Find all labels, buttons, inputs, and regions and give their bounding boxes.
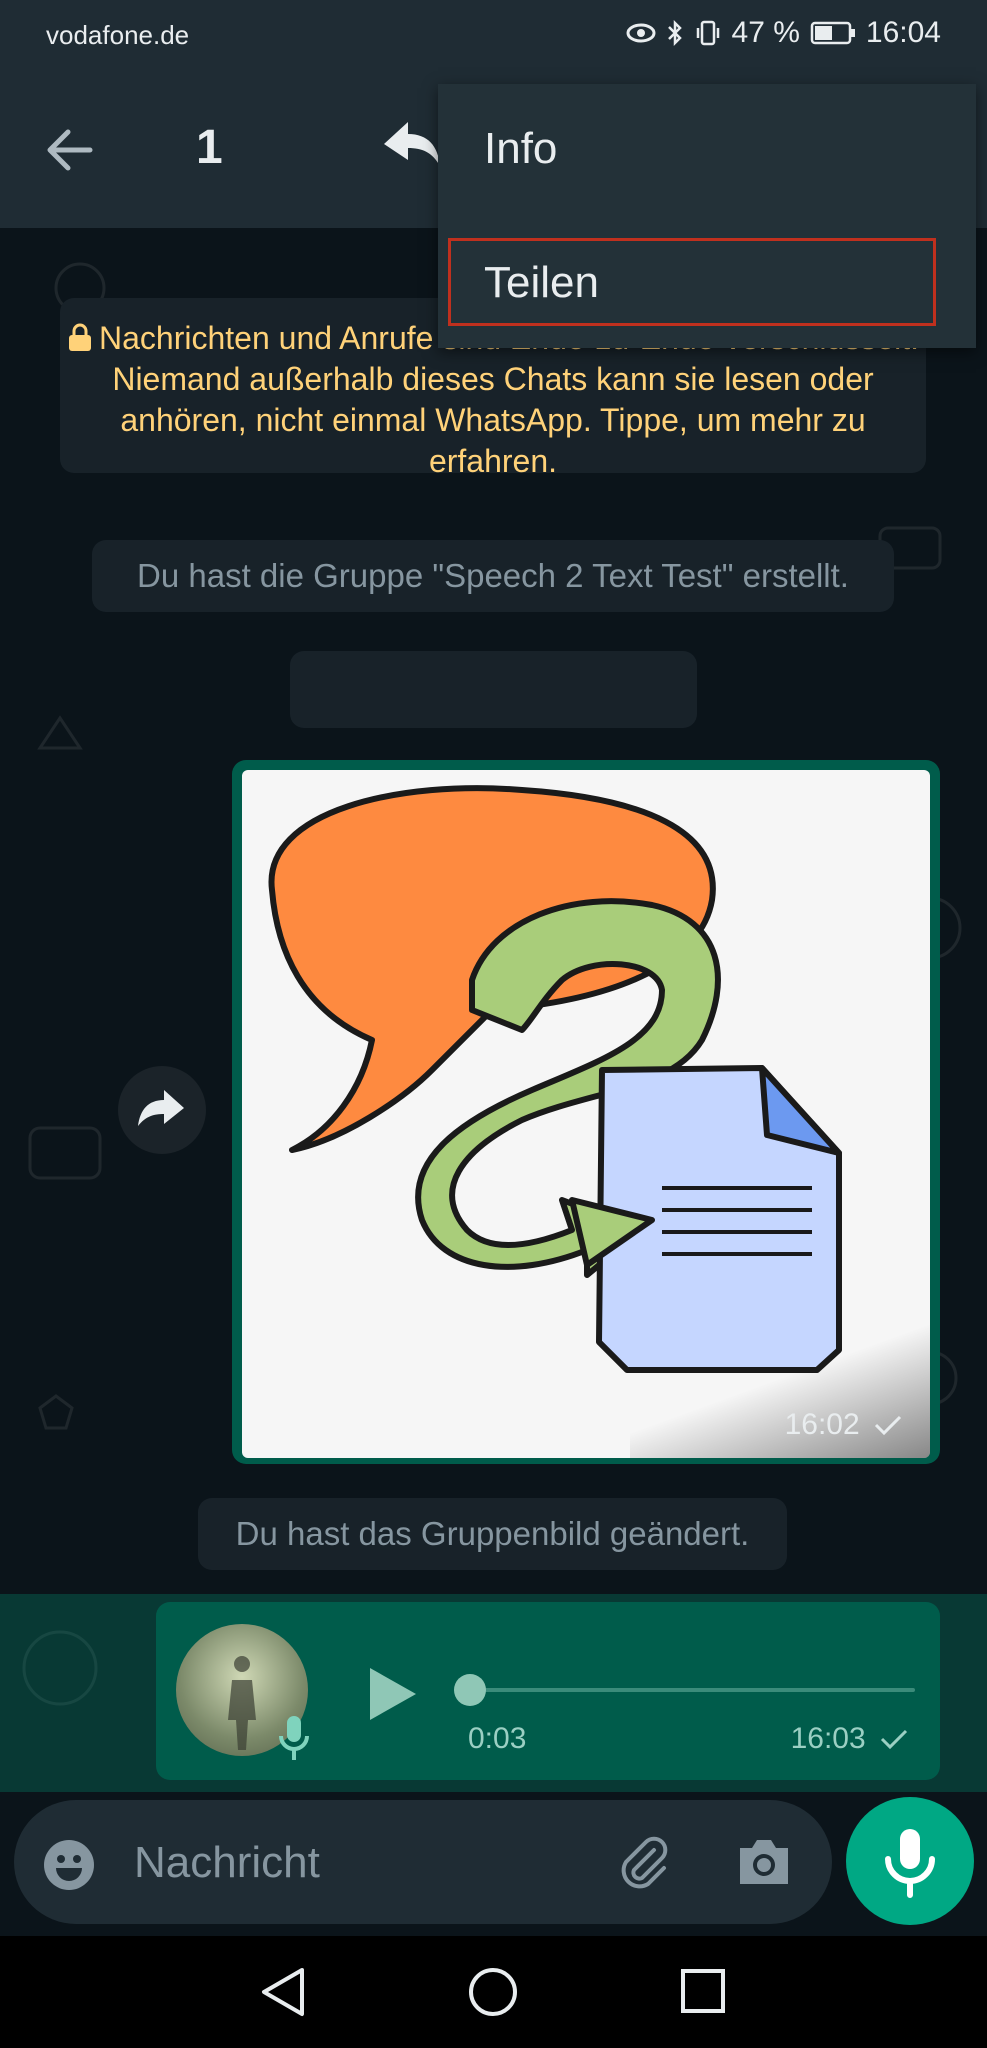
reply-button[interactable] — [380, 116, 444, 172]
arrow-back-icon — [47, 129, 93, 171]
audio-progress-handle[interactable] — [454, 1674, 486, 1706]
selected-count: 1 — [196, 121, 223, 174]
image-message-meta: 16:02 — [785, 1408, 904, 1442]
check-icon — [874, 1415, 902, 1436]
audio-progress-track[interactable] — [471, 1688, 915, 1692]
forward-icon — [138, 1090, 184, 1126]
battery-percent: 47 % — [731, 16, 800, 49]
battery-icon — [810, 21, 855, 45]
message-input[interactable] — [132, 1828, 596, 1898]
group-created-notice: Du hast die Gruppe "Speech 2 Text Test" … — [92, 540, 894, 612]
reply-icon — [384, 122, 440, 166]
image-message[interactable]: 16:02 — [232, 760, 940, 1464]
mic-icon — [885, 1829, 935, 1898]
group-picture-changed-notice: Du hast das Gruppenbild geändert. — [198, 1498, 787, 1570]
share-highlight-outline — [448, 238, 936, 326]
voice-record-button[interactable] — [846, 1797, 974, 1925]
nav-back-icon[interactable] — [258, 1966, 308, 2018]
camera-button[interactable] — [734, 1834, 794, 1890]
play-icon — [370, 1668, 416, 1720]
voice-message-time: 16:03 — [790, 1722, 866, 1755]
eye-icon — [626, 23, 656, 43]
image-message-time: 16:02 — [784, 1408, 860, 1441]
system-message-placeholder — [290, 651, 697, 728]
forward-button[interactable] — [118, 1066, 206, 1154]
mic-icon — [276, 1712, 312, 1764]
attach-button[interactable] — [614, 1832, 674, 1892]
status-bar: vodafone.de 47 % 16:04 — [0, 0, 987, 72]
message-composer — [14, 1800, 832, 1924]
lock-icon — [69, 323, 91, 351]
play-button[interactable] — [358, 1662, 422, 1726]
emoji-icon — [44, 1840, 94, 1890]
menu-item-info[interactable]: Info — [438, 84, 976, 214]
chat-area[interactable]: Nachrichten und Anrufe sind Ende-zu-Ende… — [0, 228, 987, 1792]
image-attachment[interactable]: 16:02 — [242, 770, 930, 1458]
clock: 16:04 — [865, 16, 941, 49]
emoji-button[interactable] — [42, 1838, 96, 1892]
camera-icon — [740, 1840, 788, 1884]
status-icons: 47 % 16:04 — [626, 16, 941, 50]
audio-duration: 0:03 — [468, 1722, 527, 1755]
overflow-menu: Info Teilen — [438, 84, 976, 348]
vibrate-icon — [696, 20, 719, 46]
attach-icon — [621, 1836, 668, 1889]
check-icon — [880, 1729, 908, 1750]
carrier-label: vodafone.de — [46, 20, 190, 50]
system-navigation-bar — [0, 1936, 987, 2048]
voice-message-meta: 16:03 — [791, 1722, 910, 1756]
back-button[interactable] — [40, 122, 104, 178]
nav-home-icon[interactable] — [467, 1966, 519, 2018]
bluetooth-icon — [667, 19, 682, 47]
voice-message[interactable]: 0:03 16:03 — [156, 1602, 940, 1780]
nav-recents-icon[interactable] — [680, 1968, 726, 2014]
